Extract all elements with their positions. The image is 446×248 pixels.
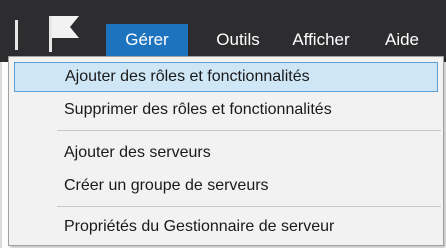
menu-item-gerer[interactable]: Gérer <box>106 24 188 56</box>
menu-item-outils[interactable]: Outils <box>208 24 268 56</box>
menu-option-server-manager-properties[interactable]: Propriétés du Gestionnaire de serveur <box>14 212 438 242</box>
server-manager-window: Gérer Outils Afficher Aide Ajouter des r… <box>0 0 446 248</box>
title-bar: Gérer Outils Afficher Aide <box>0 0 446 62</box>
menu-item-afficher[interactable]: Afficher <box>282 24 360 56</box>
menu-option-add-roles[interactable]: Ajouter des rôles et fonctionnalités <box>14 62 438 92</box>
refresh-bar-icon <box>15 20 18 50</box>
window-left-border <box>0 62 2 248</box>
manage-dropdown-menu: Ajouter des rôles et fonctionnalités Sup… <box>8 56 444 246</box>
menu-option-create-server-group[interactable]: Créer un groupe de serveurs <box>14 171 438 201</box>
notification-flag-icon[interactable] <box>48 14 80 52</box>
menu-item-aide[interactable]: Aide <box>374 24 430 56</box>
menu-option-remove-roles[interactable]: Supprimer des rôles et fonctionnalités <box>14 95 438 125</box>
menu-separator <box>57 206 441 207</box>
menu-option-add-servers[interactable]: Ajouter des serveurs <box>14 138 438 168</box>
menu-separator <box>57 130 441 131</box>
